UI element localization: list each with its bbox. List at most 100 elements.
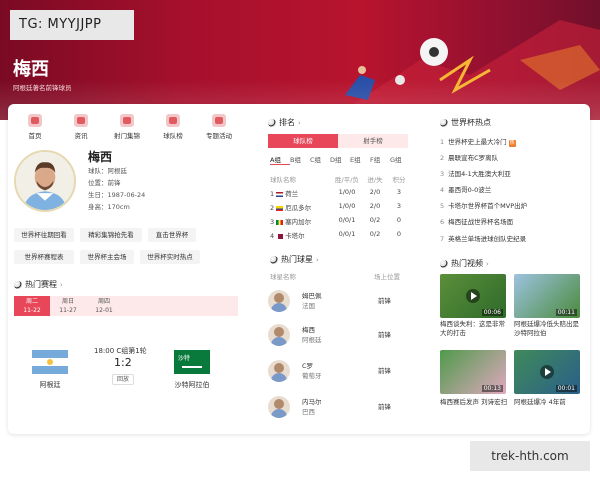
table-row[interactable]: 2 厄瓜多尔 1/0/0 2/0 3 [270,202,410,212]
nav-special[interactable]: 专题活动 [196,112,242,140]
nav-label: 射门集锦 [114,132,140,140]
list-item[interactable]: 2 晨联宣布C罗离队 [440,152,498,162]
tag-link[interactable]: 世界杯赛程表 [14,250,74,264]
col-header: 球队名称 [270,176,296,184]
group-tab[interactable]: A组 [270,154,290,165]
table-row[interactable]: 3 塞内加尔 0/0/1 0/2 0 [270,216,410,226]
group-tab[interactable]: C组 [310,154,330,165]
saudi-flag-icon: 沙特 [174,350,210,374]
rank-number: 2 [270,204,275,212]
date-day: 周日 [61,298,74,305]
nav-team-rank[interactable]: 球队榜 [150,112,196,140]
netherlands-flag-icon [276,191,284,197]
nav-highlights[interactable]: 射门集锦 [104,112,150,140]
player-row[interactable]: 梅西 阿根廷 前锋 [268,324,408,352]
player-row-position: 前锋 [378,297,391,305]
video-duration: 00:06 [481,309,503,316]
points: 0 [396,216,402,224]
group-tab[interactable]: F组 [370,154,390,165]
video-thumbnail[interactable]: 00:06 [440,274,506,318]
match-time: 18:00 C组第1轮 [94,346,147,356]
list-item[interactable]: 6 梅西征战世界杯名场面 [440,216,513,226]
ecuador-flag-icon [276,205,284,211]
group-tab[interactable]: B组 [290,154,310,165]
list-item[interactable]: 1 世界杯史上最大冷门热 [440,136,516,147]
player-row-name: C罗 [302,362,314,370]
replay-button[interactable]: 回放 [112,374,134,385]
list-item[interactable]: 4 墨西哥0-0波兰 [440,184,491,194]
qatar-flag-icon [276,233,284,239]
nav-news[interactable]: 资讯 [58,112,104,140]
video-title[interactable]: 阿根廷爆冷低头赔出是沙特阿拉伯 [514,320,584,338]
player-row[interactable]: 内马尔 巴西 前锋 [268,396,408,424]
home-team: 阿根廷 [39,381,61,389]
item-number: 3 [440,170,445,178]
tag-link[interactable]: 世界杯主会场 [80,250,134,264]
goals: 2/0 [369,202,381,210]
nav-home[interactable]: 首页 [12,112,58,140]
player-row[interactable]: C罗 葡萄牙 前锋 [268,360,408,388]
home-icon [28,114,42,127]
ranking-title[interactable]: 排名 › [268,117,301,128]
item-number: 2 [440,154,445,162]
player-row-country: 阿根廷 [302,336,322,344]
tag-link[interactable]: 精彩集锦抢先看 [80,228,142,242]
item-text: 英格兰单场进球创队史纪录 [448,235,527,243]
group-tab[interactable]: E组 [350,154,370,165]
group-tab[interactable]: G组 [390,154,410,165]
table-row[interactable]: 1 荷兰 1/0/0 2/0 3 [270,188,410,198]
schedule-title[interactable]: 热门赛程 › [14,279,63,290]
tag-link[interactable]: 世界杯往期回看 [14,228,74,242]
table-row[interactable]: 4 卡塔尔 0/0/1 0/2 0 [270,230,410,240]
video-title[interactable]: 梅西赛后发声 刘诗宏扫 [440,398,510,407]
match-time-text: 18:00 [94,347,115,355]
player-row[interactable]: 姆巴佩 法国 前锋 [268,290,408,318]
avatar [268,324,290,346]
goals: 0/2 [369,216,381,224]
date-selector: 周二 11-22 周日 11-27 周四 12-01 [14,296,238,316]
chevron-right-icon: › [60,280,63,289]
hot-topics-title[interactable]: 世界杯热点 [440,117,491,128]
hot-videos-title[interactable]: 热门视频 › [440,258,489,269]
tag-link[interactable]: 直击世界杯 [148,228,196,242]
football-icon [270,255,278,264]
video-duration: 00:01 [555,385,577,392]
item-text: 晨联宣布C罗离队 [448,154,499,162]
video-title[interactable]: 梅西谈失利：这是非常大的打击 [440,320,510,338]
tab-team-rank[interactable]: 球队榜 [268,134,338,148]
football-icon [440,259,448,268]
video-duration: 00:11 [555,309,577,316]
rank-number: 3 [270,218,275,226]
item-text: 卡塔尔世界杯首个MVP出炉 [448,202,528,210]
date-tab[interactable]: 周四 12-01 [86,296,122,316]
senegal-flag-icon [276,219,284,225]
highlights-icon [120,114,134,127]
player-birthday: 生日：1987-06-24 [88,191,146,199]
date-value: 12-01 [95,307,113,314]
list-item[interactable]: 7 英格兰单场进球创队史纪录 [440,233,526,243]
rank-number: 4 [270,232,275,240]
hot-players-title[interactable]: 热门球星 › [270,254,319,265]
list-item[interactable]: 5 卡塔尔世界杯首个MVP出炉 [440,200,527,210]
football-icon [14,280,22,289]
video-thumbnail[interactable]: 00:13 [440,350,506,394]
video-title[interactable]: 阿根廷爆冷 4年前 [514,398,584,407]
item-number: 6 [440,218,445,226]
date-tab[interactable]: 周日 11-27 [50,296,86,316]
video-thumbnail[interactable]: 00:01 [514,350,580,394]
item-text: 法国4-1大胜澳大利亚 [448,170,511,178]
news-icon [74,114,88,127]
item-text: 世界杯史上最大冷门 [448,138,507,146]
player-row-position: 前锋 [378,367,391,375]
hot-videos-title-text: 热门视频 [451,259,483,268]
group-tabs: A组 B组 C组 D组 E组 F组 G组 [270,154,410,165]
play-icon [540,365,554,379]
avatar [268,360,290,382]
tag-link[interactable]: 世界杯实时热点 [140,250,200,264]
list-item[interactable]: 3 法国4-1大胜澳大利亚 [440,168,511,178]
date-tab[interactable]: 周二 11-22 [14,296,50,316]
group-tab[interactable]: D组 [330,154,350,165]
player-row-name: 梅西 [302,326,315,334]
tab-scorer-rank[interactable]: 射手榜 [338,134,408,148]
video-thumbnail[interactable]: 00:11 [514,274,580,318]
